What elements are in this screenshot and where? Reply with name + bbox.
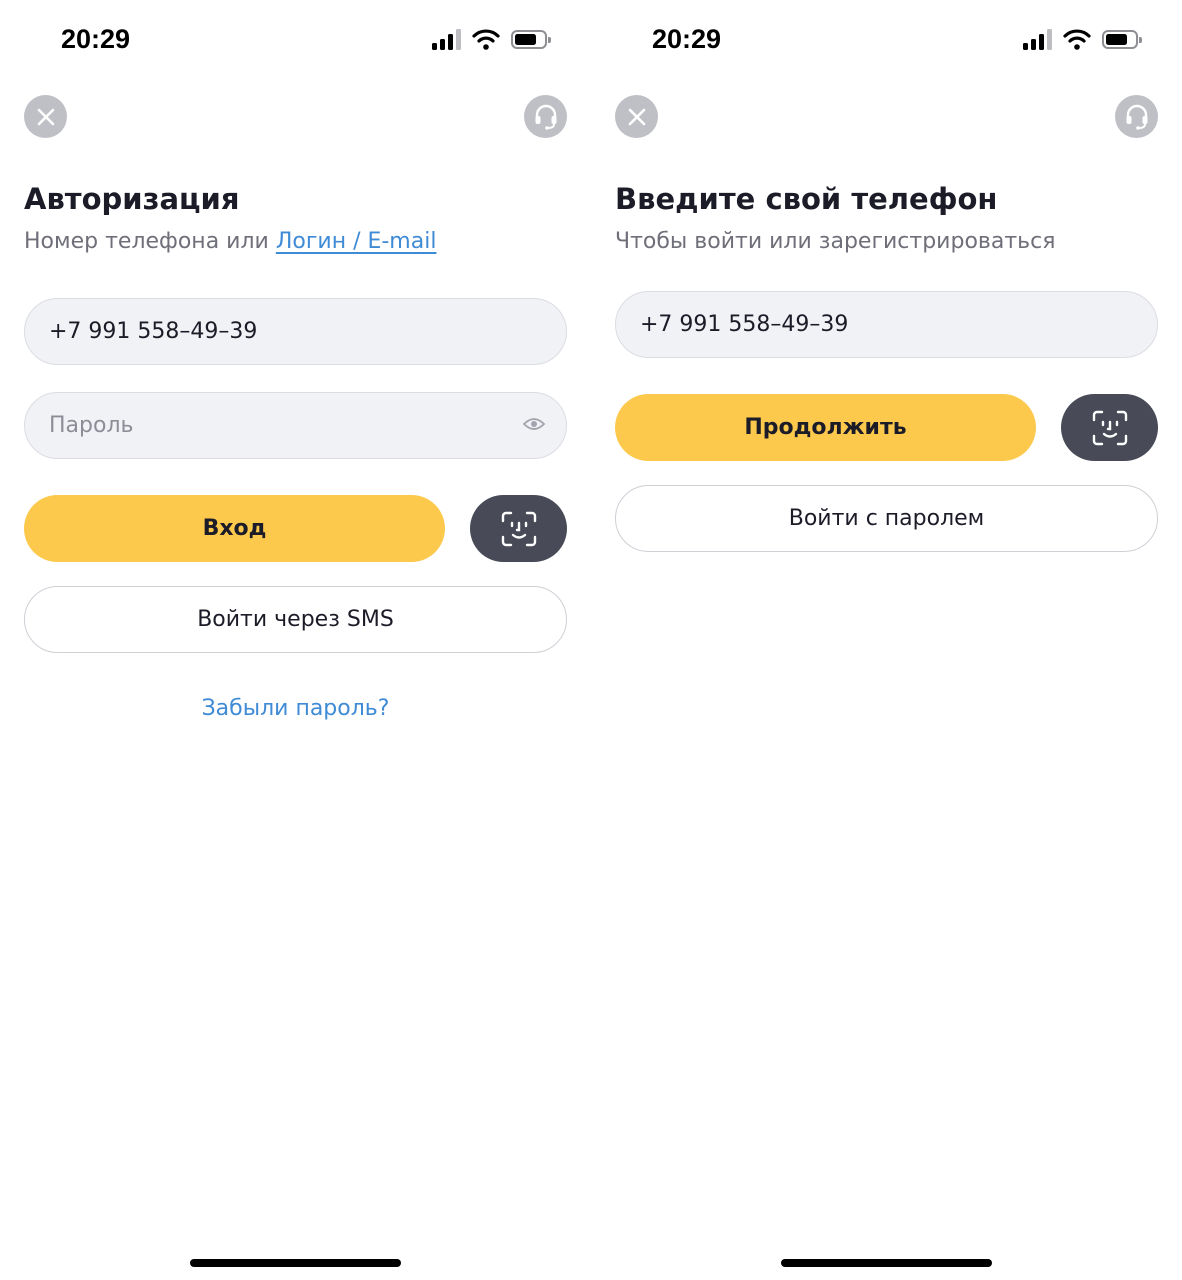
battery-icon <box>511 30 551 49</box>
face-id-icon <box>501 511 536 546</box>
support-button[interactable] <box>524 95 567 138</box>
phone-value: +7 991 558–49–39 <box>640 312 849 337</box>
phone-entry-screen: 20:29 Введите свой телефон Чтобы войти и… <box>591 0 1182 1280</box>
phone-input[interactable]: +7 991 558–49–39 <box>24 298 567 365</box>
page-subtitle: Номер телефона или Логин / E-mail <box>24 229 436 254</box>
page-subtitle: Чтобы войти или зарегистрироваться <box>615 229 1056 254</box>
page-title: Введите свой телефон <box>615 182 998 216</box>
page-title: Авторизация <box>24 182 240 216</box>
password-placeholder: Пароль <box>49 413 134 438</box>
login-button[interactable]: Вход <box>24 495 445 562</box>
home-indicator <box>190 1259 401 1267</box>
home-indicator <box>781 1259 992 1267</box>
login-email-link[interactable]: Логин / E-mail <box>276 229 437 254</box>
close-button[interactable] <box>24 95 67 138</box>
battery-icon <box>1102 30 1142 49</box>
face-id-button[interactable] <box>470 495 567 562</box>
subtitle-text: Номер телефона или <box>24 229 276 254</box>
close-icon <box>37 108 54 125</box>
face-id-button[interactable] <box>1061 394 1158 461</box>
support-button[interactable] <box>1115 95 1158 138</box>
headset-icon <box>535 104 556 130</box>
cellular-signal-icon <box>432 28 462 50</box>
phone-value: +7 991 558–49–39 <box>49 319 258 344</box>
headset-icon <box>1126 104 1147 130</box>
forgot-password-link[interactable]: Забыли пароль? <box>0 696 591 721</box>
wifi-icon <box>472 29 500 50</box>
sms-login-button[interactable]: Войти через SMS <box>24 586 567 653</box>
wifi-icon <box>1063 29 1091 50</box>
password-input[interactable]: Пароль <box>24 392 567 459</box>
status-time: 20:29 <box>61 24 131 54</box>
status-time: 20:29 <box>652 24 722 54</box>
continue-button[interactable]: Продолжить <box>615 394 1036 461</box>
close-button[interactable] <box>615 95 658 138</box>
password-login-button[interactable]: Войти с паролем <box>615 485 1158 552</box>
face-id-icon <box>1092 410 1127 445</box>
phone-input[interactable]: +7 991 558–49–39 <box>615 291 1158 358</box>
close-icon <box>628 108 645 125</box>
eye-icon[interactable] <box>523 416 545 432</box>
cellular-signal-icon <box>1023 28 1053 50</box>
login-screen: 20:29 Авторизация Номер телефона или Лог… <box>0 0 591 1280</box>
